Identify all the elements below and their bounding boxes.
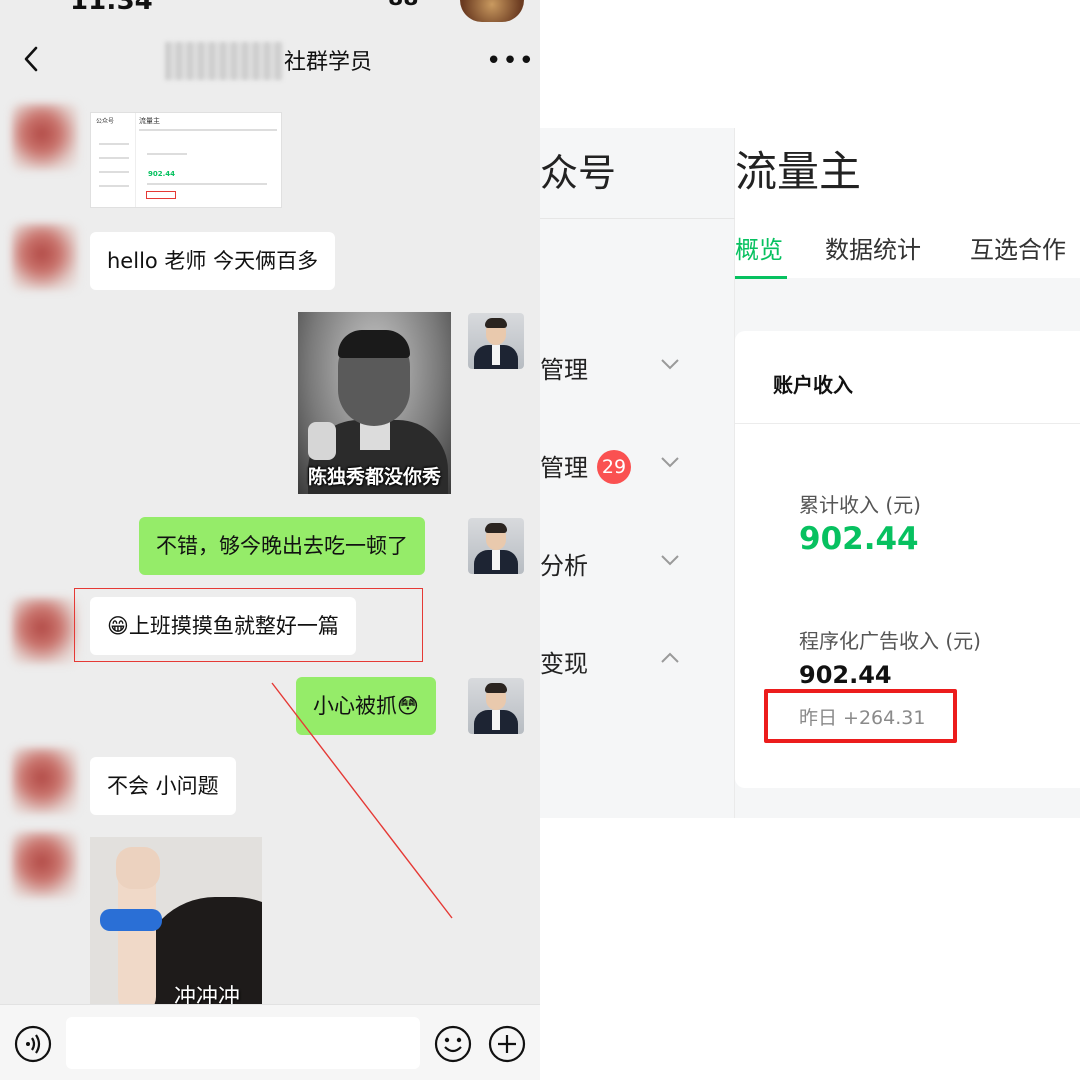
- sticker-thumb: [308, 422, 336, 460]
- message-bubble[interactable]: 不会 小问题: [90, 757, 236, 815]
- emoji-icon[interactable]: [434, 1025, 472, 1063]
- sticker-caption: 陈独秀都没你秀: [307, 466, 441, 488]
- avatar-hair: [485, 318, 507, 328]
- my-message-bubble[interactable]: 不错，够今晚出去吃一顿了: [139, 517, 425, 575]
- back-icon[interactable]: [20, 44, 44, 74]
- thumbnail-brand: 公众号: [96, 118, 115, 125]
- annotation-highlight-box: [74, 588, 423, 662]
- thumbnail-label-line: [147, 153, 187, 155]
- thumbnail-menu-line: [99, 157, 129, 159]
- avatar[interactable]: [12, 598, 78, 664]
- card-title: 账户收入: [773, 373, 853, 397]
- ad-income-label: 程序化广告收入 (元): [799, 629, 981, 653]
- blurred-group-name: [165, 42, 283, 80]
- avatar-hair: [485, 683, 507, 693]
- my-avatar[interactable]: [468, 678, 524, 734]
- message-photo[interactable]: 冲冲冲: [90, 837, 262, 1007]
- status-avatar: [460, 0, 524, 22]
- tab-data-stats[interactable]: 数据统计: [825, 230, 921, 265]
- message-sticker[interactable]: 陈独秀都没你秀: [298, 312, 451, 494]
- dashboard-sidebar: 众号 管理 管理 29 分析 变现: [540, 128, 735, 818]
- thumbnail-menu-line: [99, 143, 129, 145]
- plus-icon[interactable]: [488, 1025, 526, 1063]
- my-avatar[interactable]: [468, 518, 524, 574]
- chevron-down-icon: [661, 555, 679, 566]
- message-image-thumbnail[interactable]: 公众号 流量主 902.44: [90, 112, 282, 208]
- photo-caption: 冲冲冲: [174, 985, 241, 1007]
- sidebar-divider: [540, 218, 735, 219]
- sidebar-item-monetization[interactable]: 变现: [540, 636, 735, 686]
- avatar[interactable]: [12, 748, 78, 814]
- avatar[interactable]: [12, 832, 78, 898]
- sidebar-item-label: 变现: [540, 650, 588, 678]
- chat-input-bar: [0, 1004, 540, 1080]
- sidebar-item-content-management[interactable]: 管理 29: [540, 440, 735, 490]
- dashboard-brand: 众号: [540, 151, 617, 195]
- chevron-down-icon: [661, 359, 679, 370]
- thumbnail-sidebar: [91, 113, 136, 207]
- message-bubble[interactable]: hello 老师 今天俩百多: [90, 232, 336, 290]
- ad-income-value: 902.44: [799, 661, 892, 689]
- status-time: 11:34: [70, 0, 153, 16]
- sidebar-item-management[interactable]: 管理: [540, 342, 735, 392]
- page-title: 流量主: [735, 147, 862, 196]
- sidebar-item-label: 管理: [540, 356, 588, 384]
- chevron-down-icon: [661, 457, 679, 468]
- chat-title: 社群学员: [284, 50, 373, 75]
- thumbnail-title: 流量主: [139, 117, 160, 125]
- sidebar-item-analysis[interactable]: 分析: [540, 538, 735, 588]
- avatar-shirt: [492, 345, 500, 365]
- chat-screen: 11:34 88 社群学员 ••• 公众号 流量主 902.44: [0, 0, 540, 1080]
- thumbnail-label-line: [147, 183, 267, 185]
- notification-badge: 29: [597, 450, 631, 484]
- chevron-up-icon: [661, 652, 679, 663]
- chat-header: 社群学员 •••: [0, 30, 540, 88]
- dashboard-header: 流量主 概览 数据统计 互选合作: [735, 128, 1080, 279]
- photo-wristband: [100, 909, 162, 931]
- more-icon[interactable]: •••: [486, 46, 535, 76]
- photo-fist: [116, 847, 160, 889]
- thumbnail-value: 902.44: [148, 170, 176, 178]
- sticker-hair: [338, 330, 410, 358]
- avatar[interactable]: [12, 224, 78, 290]
- avatar[interactable]: [12, 104, 78, 170]
- card-divider: [735, 423, 1080, 424]
- tab-overview[interactable]: 概览: [735, 230, 783, 265]
- thumbnail-menu-line: [99, 171, 129, 173]
- annotation-highlight-box: [764, 689, 957, 743]
- avatar-shirt: [492, 710, 500, 730]
- my-avatar[interactable]: [468, 313, 524, 369]
- sidebar-item-label: 管理: [540, 454, 588, 482]
- total-income-value: 902.44: [799, 521, 919, 557]
- avatar-shirt: [492, 550, 500, 570]
- voice-icon[interactable]: [14, 1025, 52, 1063]
- thumbnail-highlight-box: [146, 191, 176, 199]
- sidebar-item-label: 分析: [540, 552, 588, 580]
- thumbnail-tab-line: [139, 129, 277, 131]
- total-income-label: 累计收入 (元): [799, 493, 921, 517]
- my-message-bubble[interactable]: 小心被抓😳: [296, 677, 436, 735]
- thumbnail-menu-line: [99, 185, 129, 187]
- status-signal: 88: [388, 0, 419, 11]
- active-tab-indicator: [735, 276, 787, 279]
- avatar-hair: [485, 523, 507, 533]
- tab-mutual-cooperation[interactable]: 互选合作: [970, 230, 1066, 265]
- message-input[interactable]: [66, 1017, 420, 1069]
